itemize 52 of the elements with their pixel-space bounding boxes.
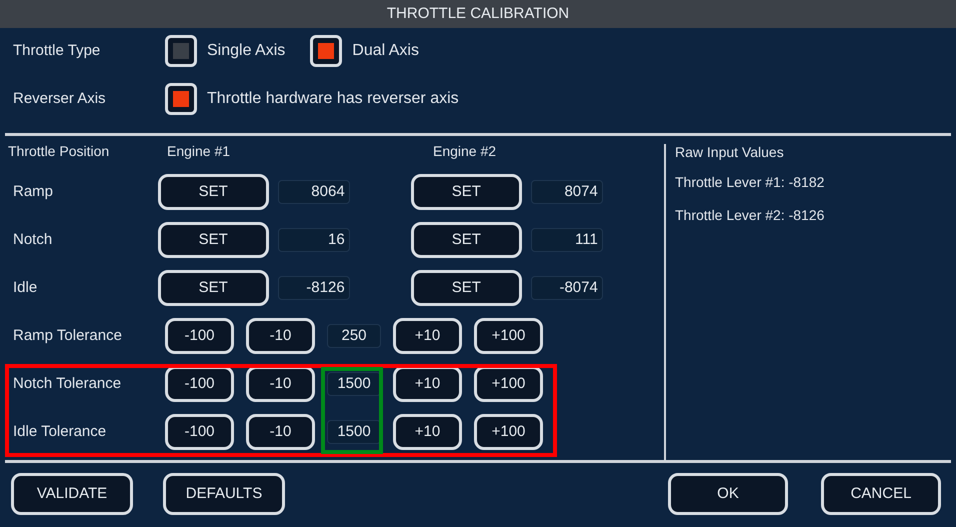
step-button[interactable]: SET <box>158 222 269 258</box>
step-button[interactable]: SET <box>410 174 522 210</box>
step-button[interactable]: +10 <box>393 414 462 450</box>
option-label: Single Axis <box>207 41 286 61</box>
checkbox[interactable] <box>165 83 197 115</box>
column-header: Engine #2 <box>433 142 496 161</box>
step-button[interactable]: SET <box>410 270 522 306</box>
row-label: Idle <box>13 278 38 298</box>
column-header: Engine #1 <box>167 142 232 161</box>
value-field[interactable]: 8074 <box>530 180 603 204</box>
raw-value: Throttle Lever #2: -8126 <box>675 206 826 225</box>
step-button[interactable]: DEFAULTS <box>163 473 285 515</box>
title-bar: THROTTLE CALIBRATION <box>0 0 956 28</box>
checkbox[interactable] <box>310 35 342 67</box>
raw-value: Throttle Lever #1: -8182 <box>675 173 826 192</box>
panel-title: Raw Input Values <box>675 143 785 160</box>
step-button[interactable]: +10 <box>393 366 462 402</box>
row-label: Idle Tolerance <box>13 422 108 442</box>
row-label: Notch Tolerance <box>13 374 122 394</box>
step-button[interactable]: -100 <box>165 366 234 402</box>
step-button[interactable]: -100 <box>165 318 234 354</box>
step-button[interactable]: -10 <box>246 366 315 402</box>
value-field[interactable]: 250 <box>327 324 381 348</box>
step-button[interactable]: SET <box>158 270 269 306</box>
checkbox[interactable] <box>165 35 197 67</box>
step-button[interactable]: +100 <box>474 366 543 402</box>
value-field[interactable]: -8074 <box>530 276 603 300</box>
step-button[interactable]: +100 <box>474 414 543 450</box>
value-field[interactable]: -8126 <box>278 276 350 300</box>
step-button[interactable]: SET <box>158 174 269 210</box>
step-button[interactable]: OK <box>668 473 788 515</box>
row-label: Ramp <box>13 182 54 202</box>
row-label: Notch <box>13 230 54 250</box>
step-button[interactable]: SET <box>410 222 522 258</box>
setting-label: Reverser Axis <box>13 88 107 109</box>
step-button[interactable]: +10 <box>393 318 462 354</box>
option-label: Throttle hardware has reverser axis <box>207 89 459 109</box>
step-button[interactable]: -10 <box>246 318 315 354</box>
step-button[interactable]: +100 <box>474 318 543 354</box>
option-label: Dual Axis <box>352 41 419 61</box>
row-label: Ramp Tolerance <box>13 326 123 346</box>
value-field[interactable]: 111 <box>530 228 603 252</box>
value-field[interactable]: 8064 <box>278 180 350 204</box>
value-field[interactable]: 16 <box>278 228 350 252</box>
step-button[interactable]: -100 <box>165 414 234 450</box>
column-header: Throttle Position <box>8 142 110 160</box>
step-button[interactable]: -10 <box>246 414 315 450</box>
step-button[interactable]: CANCEL <box>821 473 941 515</box>
value-field[interactable]: 1500 <box>327 372 381 396</box>
step-button[interactable]: VALIDATE <box>11 473 133 515</box>
setting-label: Throttle Type <box>13 40 102 61</box>
value-field[interactable]: 1500 <box>327 420 381 444</box>
